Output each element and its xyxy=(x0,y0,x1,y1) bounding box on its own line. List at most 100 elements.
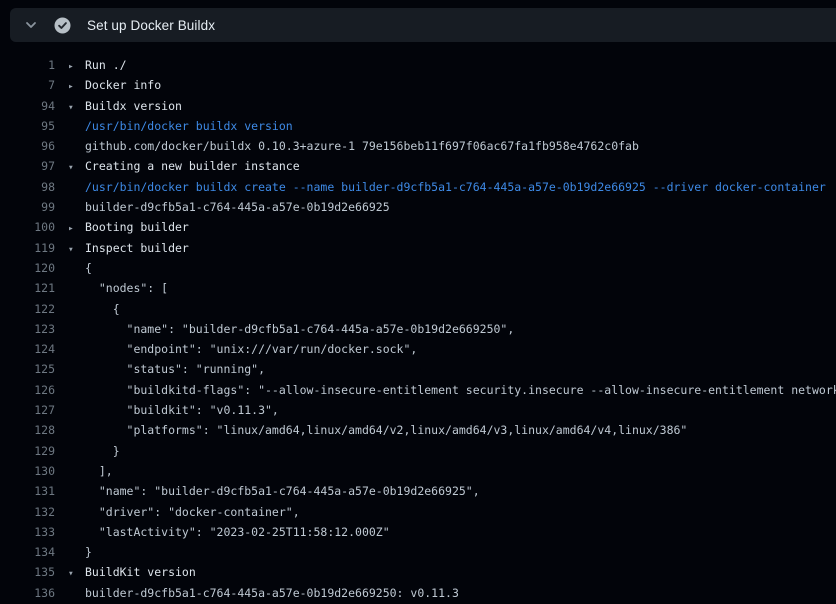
log-output-text: { xyxy=(68,258,92,278)
log-line: 99 builder-d9cfb5a1-c764-445a-a57e-0b19d2… xyxy=(0,197,836,217)
log-line: 123 "name": "builder-d9cfb5a1-c764-445a-… xyxy=(0,319,836,339)
log-output-text: "buildkit": "v0.11.3", xyxy=(68,400,279,420)
log-group-header[interactable]: ▾ BuildKit version xyxy=(68,562,196,582)
log-line: 1 ▸ Run ./ xyxy=(0,55,836,75)
log-line: 126 "buildkitd-flags": "--allow-insecure… xyxy=(0,380,836,400)
log-output-text: ], xyxy=(68,461,113,481)
line-number-link[interactable]: 100 xyxy=(0,217,55,237)
line-number-link[interactable]: 96 xyxy=(0,136,55,156)
line-number-link[interactable]: 120 xyxy=(0,258,55,278)
line-number-link[interactable]: 121 xyxy=(0,278,55,298)
line-number-link[interactable]: 127 xyxy=(0,400,55,420)
line-number-link[interactable]: 94 xyxy=(0,96,55,116)
log-group-label: Creating a new builder instance xyxy=(85,159,300,173)
log-output-text: "name": "builder-d9cfb5a1-c764-445a-a57e… xyxy=(68,481,480,501)
log-output-text: "platforms": "linux/amd64,linux/amd64/v2… xyxy=(68,420,687,440)
chevron-down-icon[interactable] xyxy=(23,17,39,33)
line-number-link[interactable]: 130 xyxy=(0,461,55,481)
log-group-header[interactable]: ▸ Docker info xyxy=(68,75,161,95)
log-output-text: github.com/docker/buildx 0.10.3+azure-1 … xyxy=(68,136,639,156)
log-line: 119 ▾ Inspect builder xyxy=(0,238,836,258)
line-number-link[interactable]: 125 xyxy=(0,359,55,379)
log-line: 95/usr/bin/docker buildx version xyxy=(0,116,836,136)
log-line: 129 } xyxy=(0,441,836,461)
triangle-down-icon[interactable]: ▾ xyxy=(68,158,80,176)
step-header[interactable]: Set up Docker Buildx xyxy=(10,8,836,42)
log-line: 122 { xyxy=(0,299,836,319)
log-output-text: } xyxy=(68,542,92,562)
log-group-header[interactable]: ▾ Buildx version xyxy=(68,96,182,116)
line-number-link[interactable]: 134 xyxy=(0,542,55,562)
line-number-link[interactable]: 126 xyxy=(0,380,55,400)
line-number-link[interactable]: 123 xyxy=(0,319,55,339)
log-line: 121 "nodes": [ xyxy=(0,278,836,298)
line-number-link[interactable]: 7 xyxy=(0,75,55,95)
line-number-link[interactable]: 132 xyxy=(0,502,55,522)
triangle-down-icon[interactable]: ▾ xyxy=(68,240,80,258)
log-line: 96 github.com/docker/buildx 0.10.3+azure-… xyxy=(0,136,836,156)
log-output-text: { xyxy=(68,299,120,319)
log-group-header[interactable]: ▾ Inspect builder xyxy=(68,238,189,258)
log-line: 132 "driver": "docker-container", xyxy=(0,502,836,522)
log-output-text: } xyxy=(68,441,120,461)
log-output-text: builder-d9cfb5a1-c764-445a-a57e-0b19d2e6… xyxy=(68,197,390,217)
log-line: 98/usr/bin/docker buildx create --name b… xyxy=(0,177,836,197)
line-number-link[interactable]: 128 xyxy=(0,420,55,440)
log-group-header[interactable]: ▾ Creating a new builder instance xyxy=(68,156,300,176)
log-output-text: "lastActivity": "2023-02-25T11:58:12.000… xyxy=(68,522,390,542)
log-line: 135 ▾ BuildKit version xyxy=(0,562,836,582)
log-output-text: builder-d9cfb5a1-c764-445a-a57e-0b19d2e6… xyxy=(68,583,459,603)
line-number-link[interactable]: 136 xyxy=(0,583,55,603)
line-number-link[interactable]: 122 xyxy=(0,299,55,319)
log-output-text: "driver": "docker-container", xyxy=(68,502,300,522)
log-line: 124 "endpoint": "unix:///var/run/docker.… xyxy=(0,339,836,359)
log-group-label: Booting builder xyxy=(85,220,189,234)
check-circle-icon xyxy=(54,17,71,34)
log-line: 100 ▸ Booting builder xyxy=(0,217,836,237)
log-line: 127 "buildkit": "v0.11.3", xyxy=(0,400,836,420)
log-command-text: /usr/bin/docker buildx version xyxy=(68,116,293,136)
log-line: 125 "status": "running", xyxy=(0,359,836,379)
line-number-link[interactable]: 98 xyxy=(0,177,55,197)
log-output-text: "name": "builder-d9cfb5a1-c764-445a-a57e… xyxy=(68,319,514,339)
log-viewer: 1 ▸ Run ./ 7 ▸ Docker info 94 ▾ Buildx version 95… xyxy=(0,55,836,603)
line-number-link[interactable]: 129 xyxy=(0,441,55,461)
log-line: 120 { xyxy=(0,258,836,278)
log-line: 131 "name": "builder-d9cfb5a1-c764-445a-… xyxy=(0,481,836,501)
log-output-text: "nodes": [ xyxy=(68,278,168,298)
triangle-right-icon[interactable]: ▸ xyxy=(68,219,80,237)
step-title: Set up Docker Buildx xyxy=(87,18,215,33)
line-number-link[interactable]: 1 xyxy=(0,55,55,75)
log-line: 130 ], xyxy=(0,461,836,481)
log-group-label: Buildx version xyxy=(85,99,182,113)
log-output-text: "endpoint": "unix:///var/run/docker.sock… xyxy=(68,339,417,359)
log-group-header[interactable]: ▸ Run ./ xyxy=(68,55,127,75)
line-number-link[interactable]: 133 xyxy=(0,522,55,542)
log-line: 97 ▾ Creating a new builder instance xyxy=(0,156,836,176)
triangle-down-icon[interactable]: ▾ xyxy=(68,98,80,116)
log-group-label: Docker info xyxy=(85,78,161,92)
log-line: 134} xyxy=(0,542,836,562)
triangle-right-icon[interactable]: ▸ xyxy=(68,77,80,95)
log-line: 133 "lastActivity": "2023-02-25T11:58:12… xyxy=(0,522,836,542)
line-number-link[interactable]: 119 xyxy=(0,238,55,258)
log-group-label: Inspect builder xyxy=(85,241,189,255)
log-command-text: /usr/bin/docker buildx create --name bui… xyxy=(68,177,826,197)
log-group-label: Run ./ xyxy=(85,58,127,72)
log-group-label: BuildKit version xyxy=(85,565,196,579)
triangle-down-icon[interactable]: ▾ xyxy=(68,564,80,582)
line-number-link[interactable]: 97 xyxy=(0,156,55,176)
line-number-link[interactable]: 99 xyxy=(0,197,55,217)
line-number-link[interactable]: 95 xyxy=(0,116,55,136)
log-output-text: "buildkitd-flags": "--allow-insecure-ent… xyxy=(68,380,836,400)
line-number-link[interactable]: 131 xyxy=(0,481,55,501)
log-line: 7 ▸ Docker info xyxy=(0,75,836,95)
log-line: 136 builder-d9cfb5a1-c764-445a-a57e-0b19d… xyxy=(0,583,836,603)
log-line: 128 "platforms": "linux/amd64,linux/amd6… xyxy=(0,420,836,440)
line-number-link[interactable]: 135 xyxy=(0,562,55,582)
log-group-header[interactable]: ▸ Booting builder xyxy=(68,217,189,237)
line-number-link[interactable]: 124 xyxy=(0,339,55,359)
triangle-right-icon[interactable]: ▸ xyxy=(68,57,80,75)
log-output-text: "status": "running", xyxy=(68,359,265,379)
log-line: 94 ▾ Buildx version xyxy=(0,96,836,116)
